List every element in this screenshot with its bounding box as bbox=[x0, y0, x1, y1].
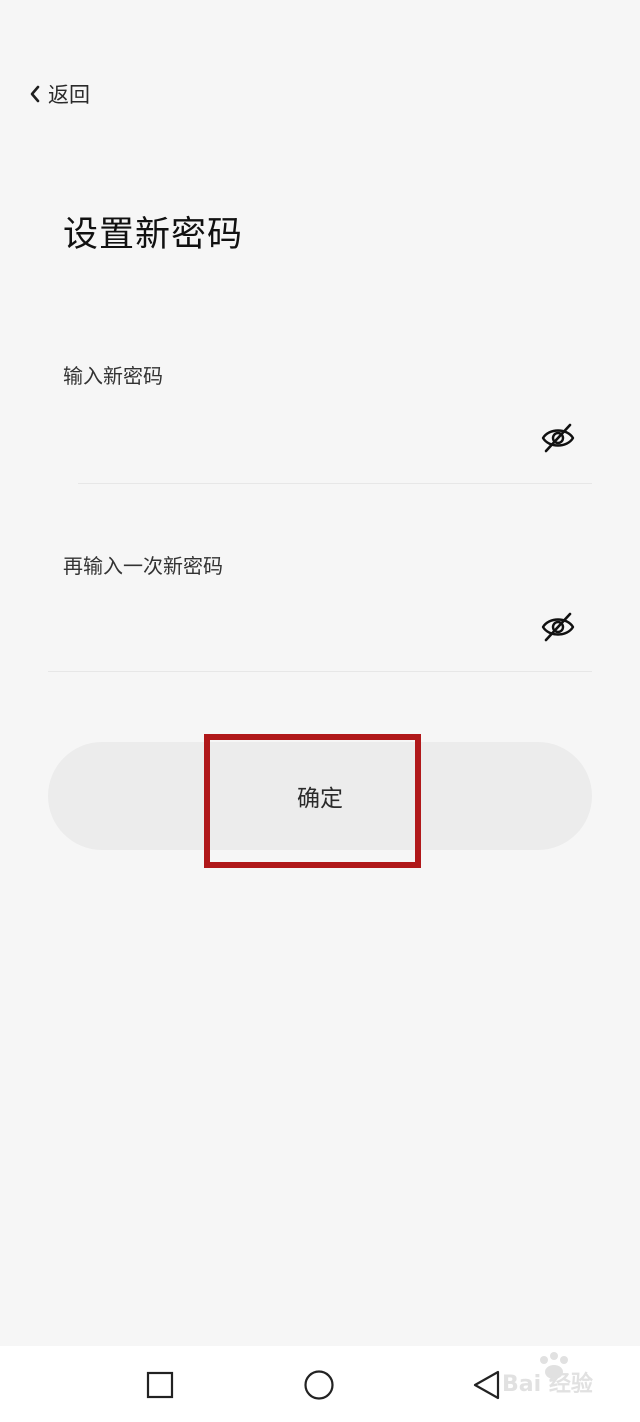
new-password-label: 输入新密码 bbox=[63, 364, 163, 388]
confirm-password-label: 再输入一次新密码 bbox=[63, 554, 223, 578]
back-label: 返回 bbox=[48, 83, 90, 107]
eye-off-icon[interactable] bbox=[540, 609, 576, 645]
new-password-input[interactable] bbox=[63, 416, 527, 462]
divider bbox=[78, 483, 592, 484]
divider bbox=[48, 671, 592, 672]
page-title: 设置新密码 bbox=[63, 215, 244, 255]
chevron-left-icon bbox=[28, 84, 42, 104]
watermark: Bai 经验 bbox=[494, 1352, 624, 1402]
eye-off-icon[interactable] bbox=[540, 420, 576, 456]
square-icon[interactable] bbox=[143, 1368, 177, 1402]
back-button[interactable]: 返回 bbox=[28, 78, 90, 110]
confirm-button-label: 确定 bbox=[297, 786, 343, 812]
circle-icon[interactable] bbox=[302, 1368, 336, 1402]
confirm-password-input[interactable] bbox=[63, 606, 527, 652]
watermark-text: Bai 经验 bbox=[502, 1372, 593, 1397]
confirm-button[interactable]: 确定 bbox=[48, 742, 592, 850]
